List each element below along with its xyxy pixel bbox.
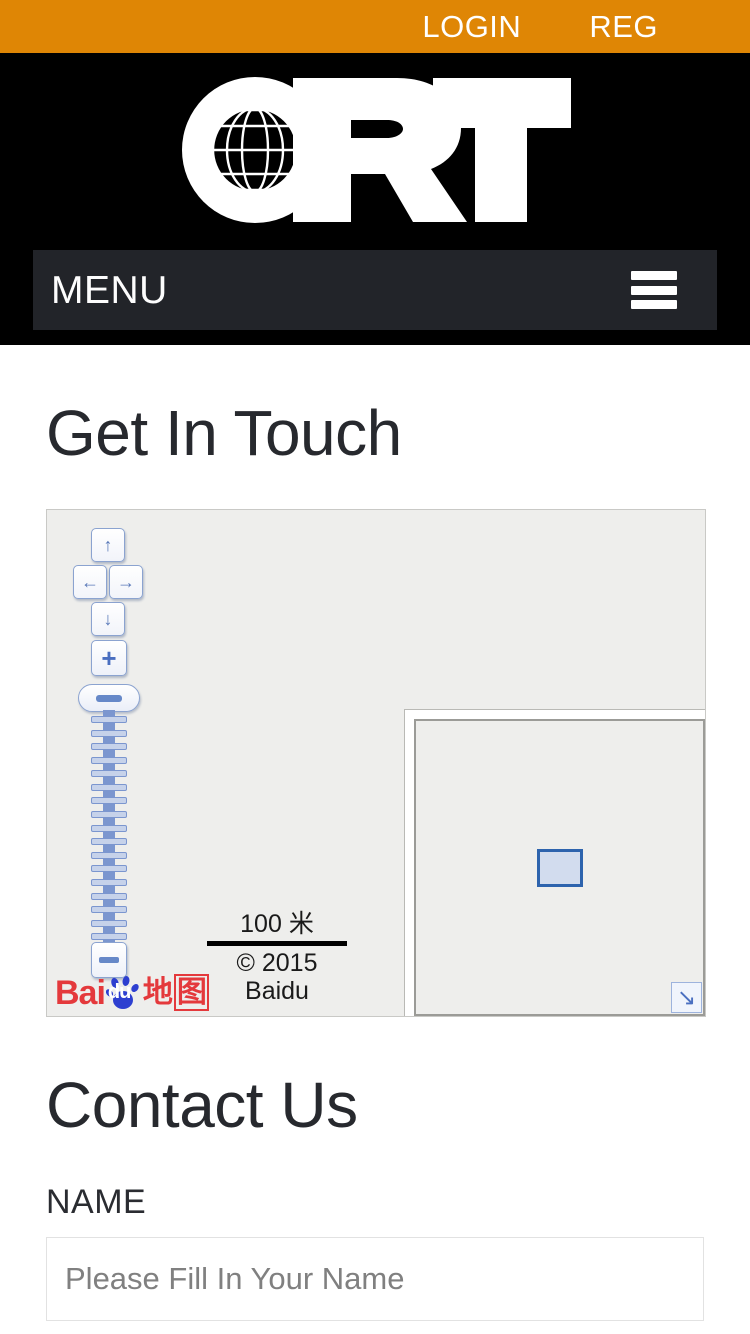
map-pan-controls: ↑ ← → ↓ bbox=[73, 528, 143, 638]
baidu-logo-bai: Bai bbox=[55, 974, 106, 1012]
ort-logo-svg bbox=[182, 77, 571, 223]
scale-rule bbox=[207, 940, 347, 946]
page-content: Get In Touch ↑ ← → ↓ + Bai du 地 图 100 米 … bbox=[0, 345, 750, 1321]
baidu-paw-icon: du bbox=[105, 976, 140, 1010]
pan-left-button[interactable]: ← bbox=[73, 565, 107, 599]
map-overview-panel[interactable]: ↘ bbox=[404, 709, 705, 1016]
map-overview-collapse-icon[interactable]: ↘ bbox=[671, 982, 702, 1013]
map-scale-bar: 100 米 © 2015 Baidu bbox=[207, 910, 347, 1006]
login-link[interactable]: LOGIN bbox=[422, 11, 521, 42]
baidu-map-logo[interactable]: Bai du 地图 bbox=[55, 974, 209, 1012]
map-copyright: © 2015 Baidu bbox=[236, 948, 318, 1006]
zoom-in-button[interactable]: + bbox=[91, 640, 127, 676]
zoom-slider-handle[interactable] bbox=[78, 684, 140, 712]
get-in-touch-title: Get In Touch bbox=[46, 397, 402, 469]
pan-up-button[interactable]: ↑ bbox=[91, 528, 125, 562]
baidu-map[interactable]: ↑ ← → ↓ + Bai du 地 图 100 米 © 2015 Baidu … bbox=[46, 509, 706, 1017]
map-overview-viewport[interactable] bbox=[536, 848, 583, 887]
pan-right-button[interactable]: → bbox=[109, 565, 143, 599]
zoom-out-button[interactable] bbox=[91, 942, 127, 978]
map-overview-canvas[interactable]: ↘ bbox=[414, 719, 705, 1016]
contact-us-title: Contact Us bbox=[46, 1069, 358, 1141]
name-input[interactable] bbox=[46, 1237, 704, 1321]
name-field-label: NAME bbox=[46, 1183, 147, 1221]
menu-bar[interactable]: MENU bbox=[33, 250, 717, 330]
pan-down-button[interactable]: ↓ bbox=[91, 602, 125, 636]
site-header: MENU bbox=[0, 53, 750, 345]
ort-logo[interactable] bbox=[175, 70, 575, 230]
zoom-slider-steps[interactable] bbox=[91, 716, 127, 954]
baidu-logo-tu: 图 bbox=[173, 974, 209, 1011]
baidu-logo-ditu: 地图 bbox=[142, 974, 209, 1011]
baidu-logo-du: du bbox=[107, 981, 131, 1003]
menu-label: MENU bbox=[51, 268, 168, 312]
scale-distance-label: 100 米 bbox=[240, 909, 314, 938]
top-utility-bar: LOGIN REG bbox=[0, 0, 750, 53]
logo-area[interactable] bbox=[0, 53, 750, 245]
register-link[interactable]: REG bbox=[589, 11, 658, 42]
hamburger-icon[interactable] bbox=[631, 271, 677, 309]
baidu-logo-di: 地 bbox=[142, 976, 173, 1009]
